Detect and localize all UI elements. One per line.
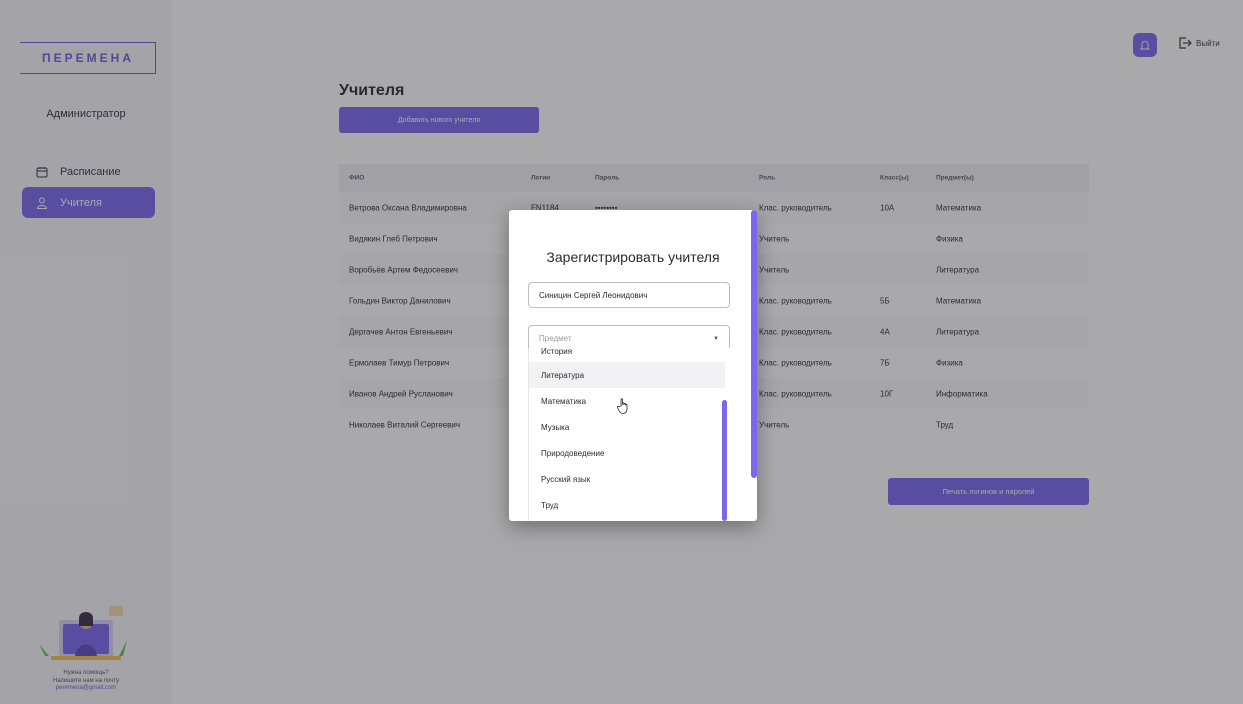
subject-select-placeholder: Предмет <box>539 334 572 343</box>
subject-option[interactable]: Труд <box>529 492 725 518</box>
subject-option[interactable]: Музыка <box>529 414 725 440</box>
register-teacher-modal: Зарегистрировать учителя Предмет ▼ Истор… <box>509 210 757 521</box>
dropdown-scrollbar[interactable] <box>722 400 727 521</box>
subject-option[interactable]: Литература <box>529 362 725 388</box>
subject-option[interactable]: Природоведение <box>529 440 725 466</box>
subject-option[interactable]: Русский язык <box>529 466 725 492</box>
modal-title: Зарегистрировать учителя <box>546 249 720 265</box>
hand-cursor-icon <box>616 398 628 414</box>
teacher-name-input[interactable] <box>528 282 730 308</box>
subject-dropdown: История Литература Математика Музыка При… <box>528 348 730 521</box>
chevron-down-icon: ▼ <box>713 336 719 342</box>
